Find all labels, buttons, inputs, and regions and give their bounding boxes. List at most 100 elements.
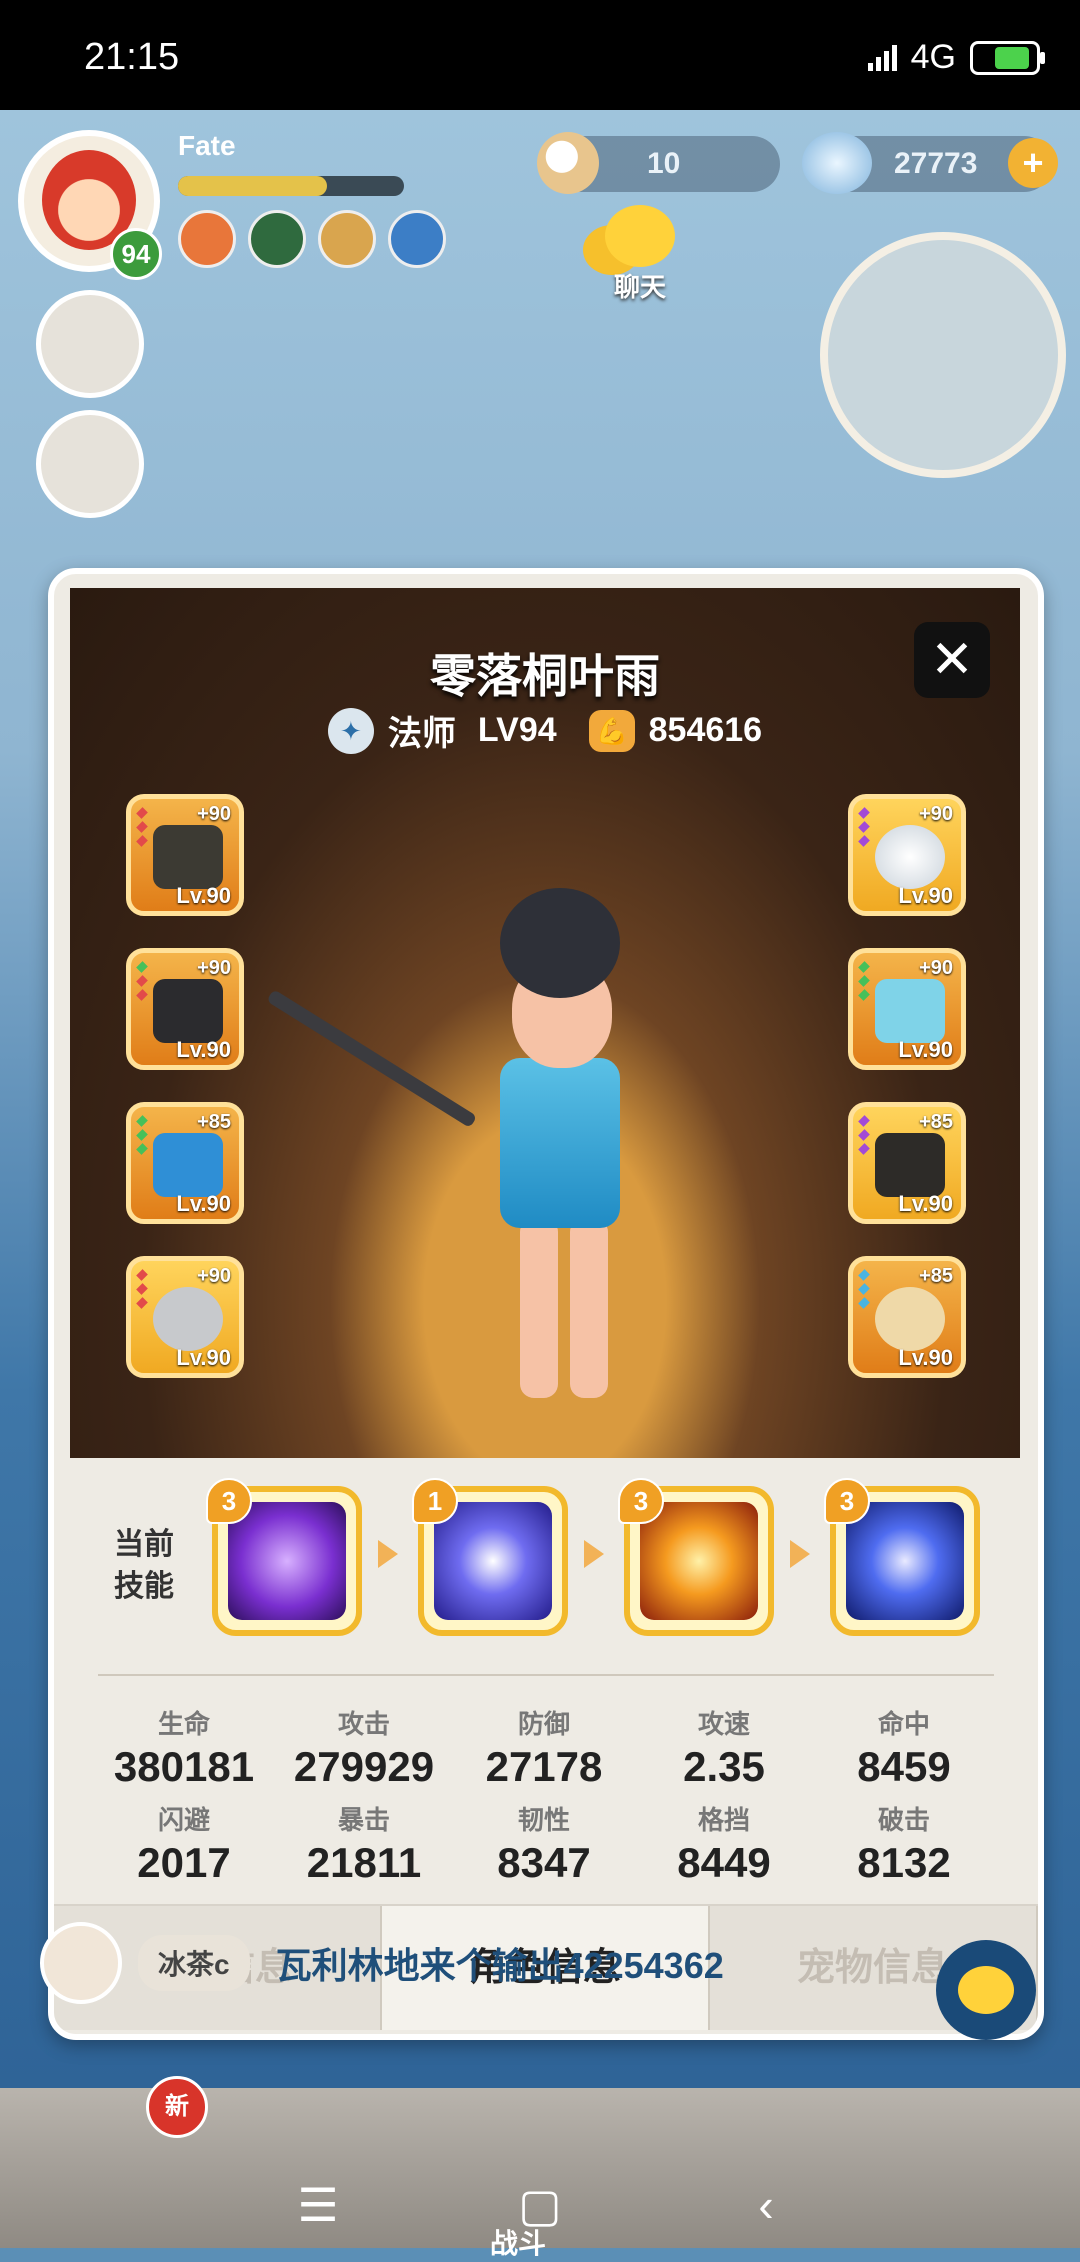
status-icons: 4G [867,38,1045,77]
buff-chip-icon[interactable] [178,210,236,268]
gem-icon [802,132,872,194]
chat-line[interactable]: 冰茶c 瓦利林地来个输出42254362 [40,1922,724,2004]
skill-burst-icon [846,1502,964,1620]
ring-item-icon [153,1287,223,1351]
stat-evasion: 闪避 2017 [94,1800,274,1887]
chat-button[interactable]: 聊天 [580,205,700,315]
item-level: Lv.90 [176,883,231,908]
stat-label: 韧性 [517,1805,570,1835]
gem-sockets-icon [136,961,148,1001]
skill-level-badge: 3 [618,1478,664,1524]
stat-attack-speed: 攻速 2.35 [634,1704,814,1791]
skill-slot[interactable]: 3 [618,1478,774,1636]
buff-shield-icon[interactable] [388,210,446,268]
enhance-level: +90 [197,1265,231,1287]
party-member-avatar[interactable] [36,290,144,398]
character-stage: 零落桐叶雨 ✦ 法师 LV94 💪 854616 ✕ +90 Lv.90 +90… [70,588,1020,1458]
stat-value: 8459 [857,1743,951,1790]
pearl-icon [537,132,599,194]
chat-bubble-icon [958,1966,1014,2014]
stat-hp: 生命 380181 [94,1704,274,1791]
stat-crit: 暴击 21811 [274,1800,454,1887]
chat-avatar [40,1922,122,2004]
buff-compass-icon[interactable] [318,210,376,268]
gem-sockets-icon [136,1115,148,1155]
skill-slot[interactable]: 3 [824,1478,980,1636]
stat-toughness: 韧性 8347 [454,1800,634,1887]
mage-class-icon: ✦ [327,707,374,754]
pearl-item-icon [875,825,945,889]
home-icon[interactable]: ▢ [500,2170,580,2240]
character-staff [266,989,478,1129]
equip-slot-gloves[interactable]: +85 Lv.90 [126,1102,244,1224]
character-class: 法师 [387,715,456,753]
character-model[interactable] [450,888,670,1428]
stat-block: 格挡 8449 [634,1800,814,1887]
equip-slot-weapon[interactable]: +90 Lv.90 [126,794,244,916]
current-skills-label: 当前 技能 [114,1524,174,1608]
equip-slot-ring[interactable]: +90 Lv.90 [126,1256,244,1378]
staff-item-icon [153,825,223,889]
item-level: Lv.90 [898,883,953,908]
stat-attack: 攻击 279929 [274,1704,454,1791]
equip-slot-pearl[interactable]: +90 Lv.90 [848,794,966,916]
status-bar: 21:15 4G [0,0,1080,110]
gloves-item-icon [153,1133,223,1197]
stat-label: 攻速 [697,1709,750,1739]
party-member-avatar[interactable] [36,410,144,518]
skill-lightning-icon [228,1502,346,1620]
skill-level-badge: 3 [824,1478,870,1524]
close-button[interactable]: ✕ [914,622,990,698]
new-badge: 新 [146,2076,208,2138]
stat-accuracy: 命中 8459 [814,1704,994,1791]
chat-toggle-button[interactable] [936,1940,1036,2040]
equip-slot-boots[interactable]: +85 Lv.90 [848,1102,966,1224]
skill-level-badge: 1 [412,1478,458,1524]
gem-sockets-icon [858,961,870,1001]
power-icon: 💪 [588,709,635,752]
stat-label: 闪避 [157,1805,210,1835]
skill-slot[interactable]: 1 [412,1478,568,1636]
skill-level-badge: 3 [206,1478,252,1524]
pearl-counter[interactable]: 10 [537,132,780,194]
chat-bubble-icon [605,205,675,267]
necklace-item-icon [875,1287,945,1351]
chat-button-label: 聊天 [613,272,666,302]
character-power: 854616 [648,711,763,749]
player-level-badge: 94 [110,228,162,280]
stat-label: 攻击 [337,1709,390,1739]
equip-slot-armor[interactable]: +90 Lv.90 [848,948,966,1070]
skill-arrow-icon [584,1540,604,1568]
buff-heart-icon[interactable] [248,210,306,268]
armor-item-icon [875,979,945,1043]
stat-label: 防御 [517,1709,570,1739]
gem-sockets-icon [858,1269,870,1309]
minimap[interactable] [820,232,1066,478]
character-name: 零落桐叶雨 [430,650,660,702]
game-scene: 94 Fate 10 27773 + 聊天 零落桐叶雨 ✦ 法师 LV94 💪 … [0,110,1080,2259]
menu-icon[interactable]: ☰ [278,2170,358,2240]
skill-fire-icon [640,1502,758,1620]
skill-slot[interactable]: 3 [206,1478,362,1636]
skill-arrow-icon [378,1540,398,1568]
status-time: 21:15 [84,36,180,78]
stats-divider [98,1674,994,1676]
enhance-level: +90 [197,803,231,825]
equip-slot-necklace[interactable]: +85 Lv.90 [848,1256,966,1378]
gem-counter[interactable]: 27773 + [802,132,1058,194]
chat-message: 瓦利林地来个输出42254362 [275,1945,724,1986]
stat-value: 27178 [485,1743,603,1790]
player-name: Fate [178,130,236,161]
stat-label: 格挡 [697,1805,750,1835]
equip-slot-helmet[interactable]: +90 Lv.90 [126,948,244,1070]
stat-value: 21811 [306,1839,422,1886]
back-icon[interactable]: ‹ [726,2170,806,2240]
stat-label: 破击 [877,1805,930,1835]
gem-sockets-icon [858,807,870,847]
add-gems-button[interactable]: + [1008,138,1058,188]
item-level: Lv.90 [176,1037,231,1062]
stat-value: 8347 [497,1839,591,1886]
enhance-level: +90 [919,803,953,825]
stat-label: 命中 [877,1709,930,1739]
helmet-item-icon [153,979,223,1043]
